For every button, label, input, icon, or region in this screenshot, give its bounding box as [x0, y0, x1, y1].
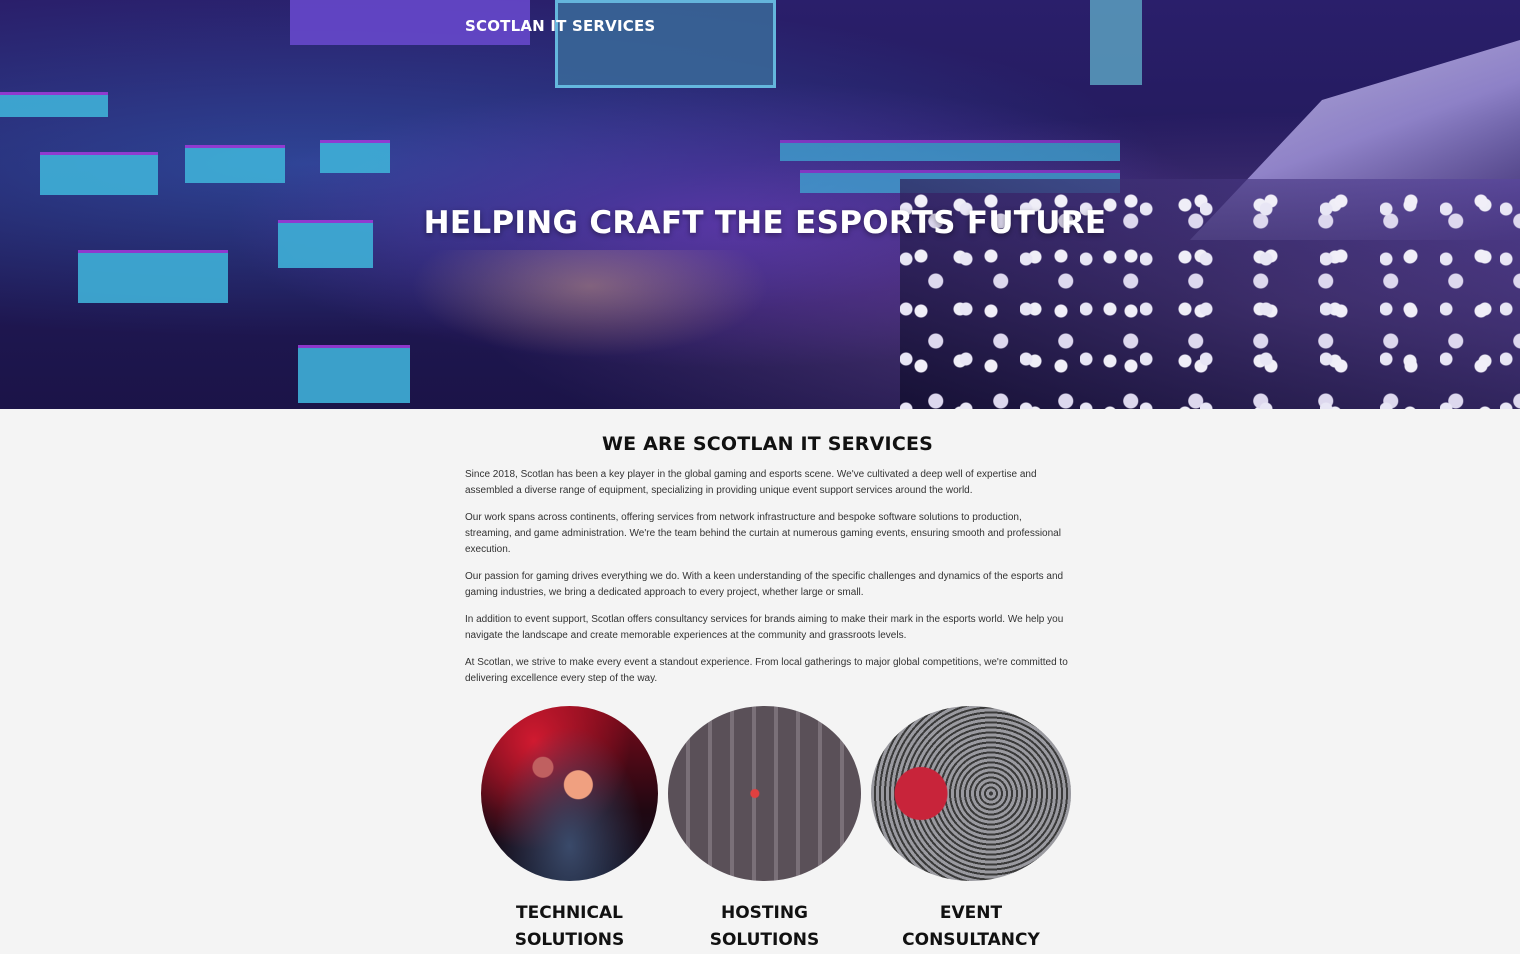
service-title-line: TECHNICAL: [516, 903, 623, 923]
hero-desk-panel: [780, 140, 1120, 161]
about-paragraph: Our work spans across continents, offeri…: [465, 512, 1061, 555]
hero-stage-glow: [380, 250, 800, 370]
service-title-line: CONSULTANCY: [902, 930, 1040, 950]
about-paragraph: Since 2018, Scotlan has been a key playe…: [465, 469, 1037, 496]
site-title-link[interactable]: SCOTLAN IT SERVICES: [465, 17, 655, 35]
service-title: EVENT CONSULTANCY: [871, 900, 1071, 954]
hero-desk-panel: [78, 250, 228, 303]
hero-screen-center: [555, 0, 776, 88]
service-card-hosting[interactable]: HOSTING SOLUTIONS: [668, 706, 861, 950]
hero-desk-panel: [298, 345, 410, 403]
about-title: WE ARE SCOTLAN IT SERVICES: [601, 433, 934, 455]
services-section: TECHNICAL SOLUTIONS HOSTING SOLUTIONS EV…: [470, 706, 1080, 950]
event-consultancy-image: [871, 706, 1071, 881]
service-title-line: HOSTING: [720, 903, 809, 923]
hosting-solutions-image: [668, 706, 861, 881]
technical-solutions-image: [481, 706, 658, 881]
service-title-line: SOLUTIONS: [709, 930, 820, 950]
hero-screen-right: [1090, 0, 1142, 85]
about-paragraph: Our passion for gaming drives everything…: [465, 571, 1064, 598]
about-paragraph: In addition to event support, Scotlan of…: [465, 614, 1064, 641]
hero-desk-panel: [320, 140, 390, 173]
service-title-line: EVENT: [939, 903, 1003, 923]
service-title: TECHNICAL SOLUTIONS: [481, 900, 658, 954]
hero-desk-panel: [0, 92, 108, 117]
hero-banner: SCOTLAN IT SERVICES HELPING CRAFT THE ES…: [0, 0, 1520, 409]
hero-heading: HELPING CRAFT THE ESPORTS FUTURE: [423, 205, 1107, 241]
service-title: HOSTING SOLUTIONS: [668, 900, 861, 954]
about-section: WE ARE SCOTLAN IT SERVICES Since 2018, S…: [465, 409, 1070, 698]
hero-desk-panel: [40, 152, 158, 195]
service-title-line: SOLUTIONS: [514, 930, 625, 950]
service-card-event[interactable]: EVENT CONSULTANCY: [871, 706, 1071, 950]
hero-desk-panel: [185, 145, 285, 183]
service-card-technical[interactable]: TECHNICAL SOLUTIONS: [481, 706, 658, 950]
about-paragraph: At Scotlan, we strive to make every even…: [465, 657, 1068, 684]
